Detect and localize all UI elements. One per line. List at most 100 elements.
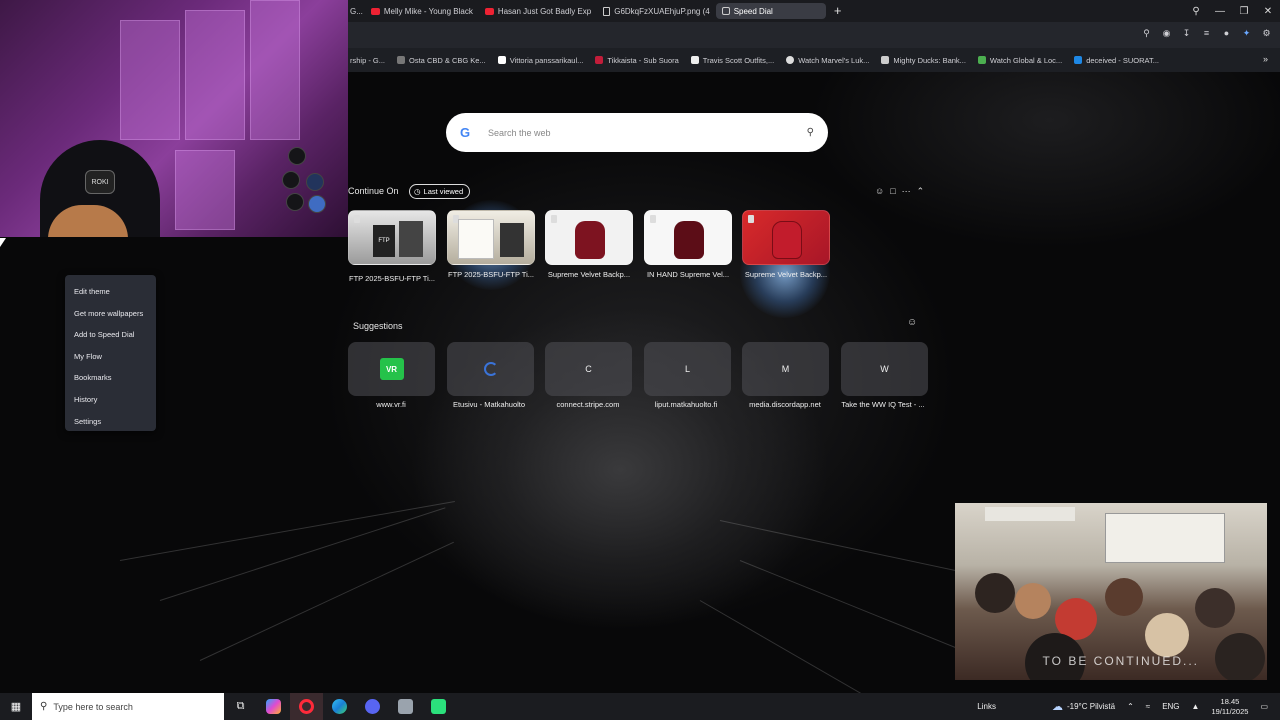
bookmark-item[interactable]: Mighty Ducks: Bank... xyxy=(881,56,966,65)
notification-icon[interactable]: ▭ xyxy=(1260,702,1268,711)
smiley-icon[interactable]: ☺ xyxy=(907,317,917,328)
download-icon[interactable]: ↧ xyxy=(1181,28,1192,39)
bookmark-item[interactable]: deceived - SUORAT... xyxy=(1074,56,1159,65)
weather-widget[interactable]: ☁ -19°C Pilvistä xyxy=(1052,700,1115,713)
tab-0[interactable]: G... xyxy=(348,3,365,19)
lock-icon xyxy=(551,215,557,223)
menu-item-edit-theme[interactable]: Edit theme xyxy=(65,281,156,303)
suggestions-title: Suggestions xyxy=(353,321,403,331)
cap-logo: ROKI xyxy=(85,170,115,194)
language-indicator[interactable]: ENG xyxy=(1162,702,1179,711)
bookmark-item[interactable]: Vittoria panssarikaul... xyxy=(497,56,583,65)
search-icon[interactable]: ⚲ xyxy=(807,127,814,138)
youtube-icon xyxy=(370,7,380,15)
settings-icon[interactable]: ⚙ xyxy=(1261,28,1272,39)
document-icon xyxy=(603,6,611,16)
site-icon xyxy=(595,56,604,64)
copilot-icon[interactable] xyxy=(257,693,290,720)
search-tabs-icon[interactable]: ⚲ xyxy=(1184,6,1208,17)
discord-icon[interactable] xyxy=(356,693,389,720)
suggestion-tile[interactable]: L xyxy=(644,342,731,396)
suggestion-tile[interactable]: M xyxy=(742,342,829,396)
vr-logo: VR xyxy=(379,358,404,380)
suggestion-tile[interactable]: VR xyxy=(348,342,435,396)
site-icon xyxy=(1074,56,1083,64)
menu-item-history[interactable]: History xyxy=(65,389,156,411)
aria-icon[interactable]: ✦ xyxy=(1241,28,1252,39)
tabs-icon[interactable]: □ xyxy=(890,186,895,197)
last-viewed-pill[interactable]: ◷ Last viewed xyxy=(409,184,471,199)
smiley-icon[interactable]: ☺ xyxy=(875,186,884,197)
bookmark-item[interactable]: Watch Global & Loc... xyxy=(977,56,1062,65)
site-icon xyxy=(690,56,699,64)
search-input[interactable] xyxy=(488,127,807,138)
suggestion-tile[interactable]: W xyxy=(841,342,928,396)
search-box: G ⚲ xyxy=(446,113,828,152)
continue-on-card[interactable] xyxy=(447,210,535,265)
video-clip-overlay: TO BE CONTINUED... xyxy=(955,503,1267,680)
taskbar-search-input[interactable] xyxy=(53,701,204,712)
bookmarks-bar: rship - G... Osta CBD & CBG Ke... Vittor… xyxy=(348,48,1280,72)
continue-on-controls: ☺ □ ⋯ ⌃ xyxy=(875,186,924,197)
task-view-icon[interactable]: ⧉ xyxy=(224,693,257,720)
minimize-button[interactable]: — xyxy=(1208,6,1232,17)
app-icon[interactable] xyxy=(389,693,422,720)
google-icon: G xyxy=(460,125,471,140)
toolbar-icons: ⚲ ◉ ↧ ≡ ● ✦ ⚙ xyxy=(1141,28,1272,39)
streaming-app-icon[interactable] xyxy=(422,693,455,720)
suggestion-label: Take the WW IQ Test - ... xyxy=(841,400,925,409)
close-button[interactable]: ✕ xyxy=(1256,6,1280,17)
mouse-cursor xyxy=(0,238,6,247)
bookmark-item[interactable]: Osta CBD & CBG Ke... xyxy=(397,56,486,65)
continue-on-card[interactable] xyxy=(742,210,830,265)
webcam-overlay: ROKI xyxy=(0,0,348,237)
site-icon xyxy=(497,56,506,64)
site-icon xyxy=(881,56,890,64)
screen: ROKI G... Melly Mike - Young Black Hasan… xyxy=(0,0,1280,720)
tab-speed-dial[interactable]: Speed Dial xyxy=(715,3,826,19)
bookmark-item[interactable]: Travis Scott Outfits,... xyxy=(690,56,774,65)
continue-on-card[interactable]: FTP xyxy=(348,210,436,265)
tab-3[interactable]: G6DkqFzXUAEhjuP.png (4 xyxy=(597,3,715,19)
chevron-up-icon[interactable]: ⌃ xyxy=(1127,702,1134,711)
continue-on-card[interactable] xyxy=(545,210,633,265)
tab-2[interactable]: Hasan Just Got Badly Exp xyxy=(479,3,597,19)
cloud-icon: ☁ xyxy=(1051,701,1063,713)
edge-icon[interactable] xyxy=(323,693,356,720)
bookmark-item[interactable]: Watch Marvel's Luk... xyxy=(786,56,869,65)
more-icon[interactable]: ⋯ xyxy=(902,186,911,197)
clock[interactable]: 18.45 19/11/2025 xyxy=(1211,697,1248,717)
menu-item-bookmarks[interactable]: Bookmarks xyxy=(65,367,156,389)
to-be-continued-text: TO BE CONTINUED... xyxy=(1042,654,1199,668)
restore-button[interactable]: ❐ xyxy=(1232,6,1256,17)
ftp-box-thumbnail: FTP xyxy=(373,225,395,257)
wifi-icon[interactable]: ▲ xyxy=(1192,702,1200,711)
menu-item-add-to-speed-dial[interactable]: Add to Speed Dial xyxy=(65,324,156,346)
search-icon[interactable]: ⚲ xyxy=(1141,28,1152,39)
network-icon[interactable]: ≈ xyxy=(1146,702,1150,711)
suggestion-tile[interactable] xyxy=(447,342,534,396)
new-tab-button[interactable]: + xyxy=(830,3,846,19)
bookmark-item[interactable]: Tikkaista - Sub Suora xyxy=(595,56,679,65)
address-bar: ⚲ ◉ ↧ ≡ ● ✦ ⚙ xyxy=(348,22,1280,48)
suggestion-tile[interactable]: C xyxy=(545,342,632,396)
continue-on-card[interactable] xyxy=(644,210,732,265)
search-icon: ⚲ xyxy=(40,701,48,712)
menu-item-get-more-wallpapers[interactable]: Get more wallpapers xyxy=(65,303,156,325)
bookmark-item[interactable]: rship - G... xyxy=(350,56,385,65)
menu-item-settings[interactable]: Settings xyxy=(65,411,156,433)
chevron-right-icon[interactable]: » xyxy=(1263,54,1268,64)
tab-1[interactable]: Melly Mike - Young Black xyxy=(365,3,479,19)
links-toolbar[interactable]: Links xyxy=(977,702,996,711)
camera-icon[interactable]: ◉ xyxy=(1161,28,1172,39)
menu-icon[interactable]: ≡ xyxy=(1201,28,1212,39)
time: 18.45 xyxy=(1220,696,1240,706)
menu-item-my-flow[interactable]: My Flow xyxy=(65,346,156,368)
profile-icon[interactable]: ● xyxy=(1221,28,1232,39)
windows-start-icon[interactable]: ▦ xyxy=(0,693,32,720)
suggestion-label: liput.matkahuolto.fi xyxy=(654,400,718,409)
opera-gx-icon[interactable] xyxy=(290,693,323,720)
continue-on-label: FTP 2025-BSFU-FTP Ti... xyxy=(349,274,435,283)
lock-icon xyxy=(354,215,360,223)
chevron-up-icon[interactable]: ⌃ xyxy=(917,186,925,197)
